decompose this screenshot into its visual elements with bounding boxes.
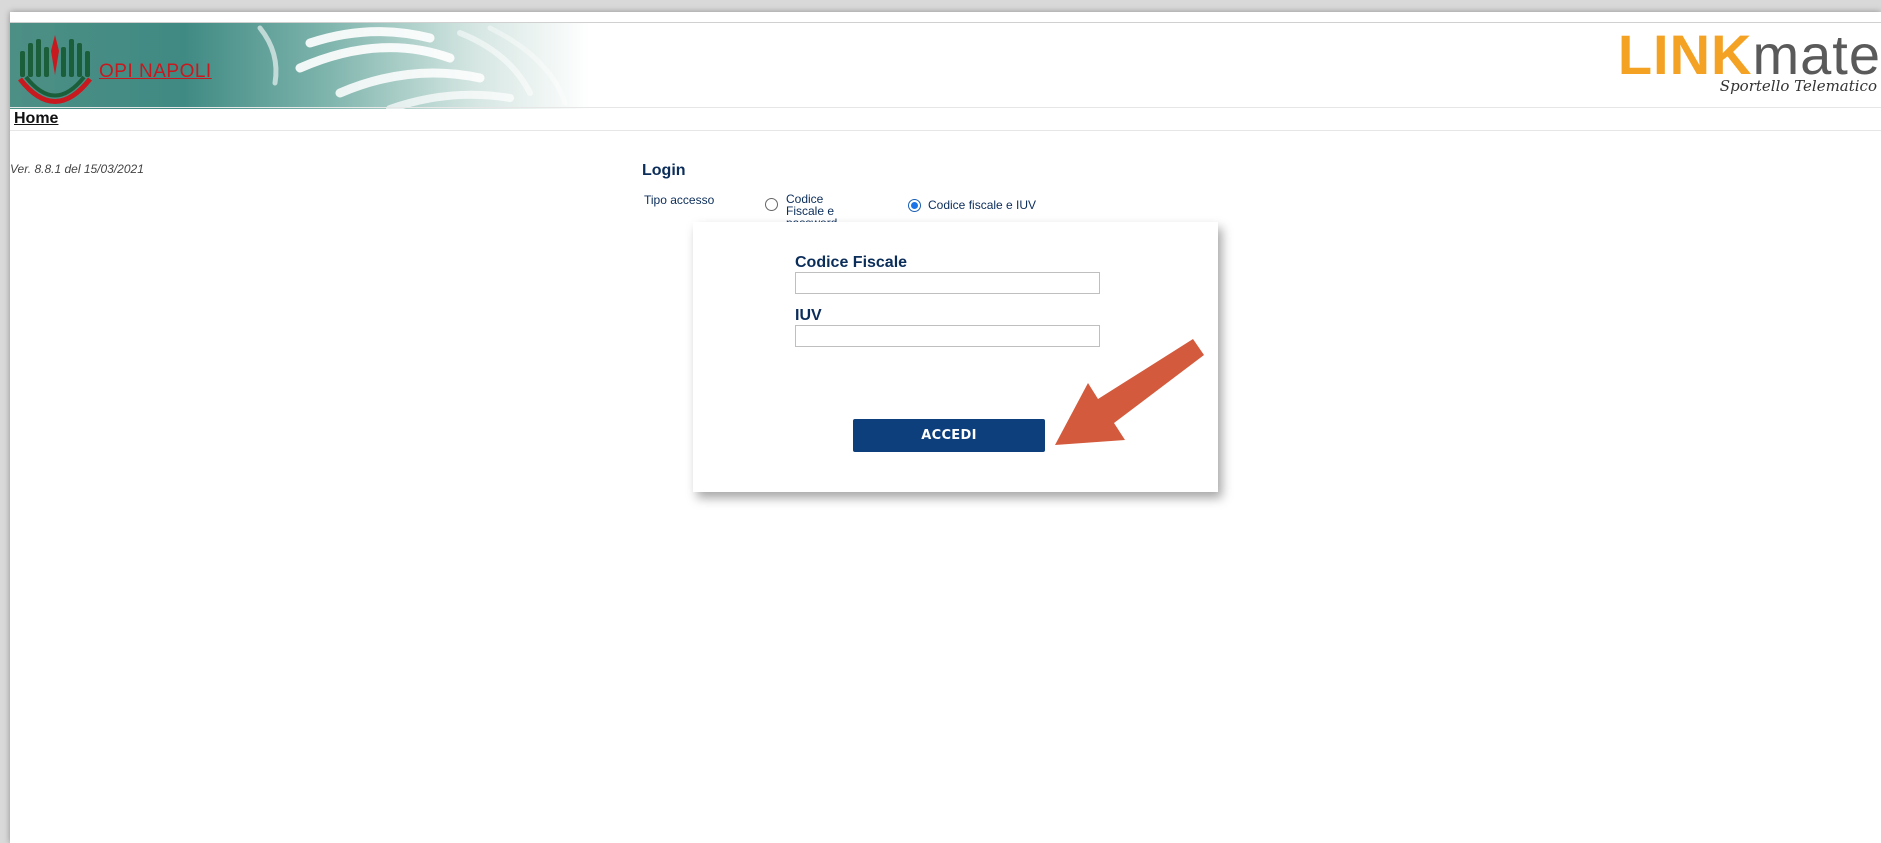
nav-home-link[interactable]: Home — [14, 110, 58, 128]
header-banner: OPI NAPOLI — [10, 23, 590, 109]
codice-fiscale-input[interactable] — [795, 272, 1100, 294]
opi-logo-icon — [18, 35, 92, 104]
header: OPI NAPOLI LINKmate Sportello Telematico — [10, 23, 1881, 109]
radio-cf-password[interactable] — [765, 198, 778, 211]
org-name: OPI NAPOLI — [99, 61, 212, 82]
version-text: Ver. 8.8.1 del 15/03/2021 — [10, 162, 144, 176]
access-type-label: Tipo accesso — [644, 193, 715, 207]
accedi-button[interactable]: ACCEDI — [853, 419, 1045, 452]
page: OPI NAPOLI LINKmate Sportello Telematico… — [10, 12, 1881, 843]
annotation-arrow-icon — [1055, 339, 1204, 445]
navbar: Home — [10, 107, 1881, 131]
codice-fiscale-label: Codice Fiscale — [795, 254, 908, 271]
linkmate-logo: LINKmate Sportello Telematico — [1618, 27, 1881, 96]
iuv-label: IUV — [795, 307, 822, 324]
radio-cf-iuv[interactable] — [908, 199, 921, 212]
radio-cf-iuv-label[interactable]: Codice fiscale e IUV — [928, 199, 1036, 211]
login-title: Login — [642, 162, 686, 179]
